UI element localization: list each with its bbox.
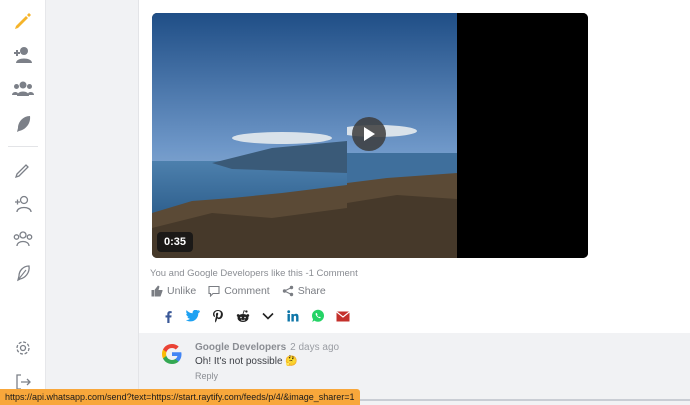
comment-icon	[208, 285, 220, 297]
feather-outline-icon[interactable]	[11, 261, 35, 285]
comment-author[interactable]: Google Developers 2 days ago	[195, 342, 339, 353]
unlike-label: Unlike	[167, 285, 197, 297]
share-button[interactable]: Share	[282, 285, 326, 297]
more-chevron-icon[interactable]	[261, 309, 275, 323]
play-button[interactable]	[352, 117, 386, 151]
sidebar	[0, 0, 46, 405]
pinterest-icon[interactable]	[211, 309, 225, 323]
share-targets	[161, 309, 350, 323]
divider-line	[335, 399, 690, 401]
user-add-outline-icon[interactable]	[11, 192, 35, 216]
users-outline-icon[interactable]	[11, 227, 35, 251]
video-player[interactable]: 0:35	[152, 13, 588, 258]
whatsapp-icon[interactable]	[311, 309, 325, 323]
comment-time: 2 days ago	[290, 342, 340, 353]
email-icon[interactable]	[336, 309, 350, 323]
gear-icon[interactable]	[11, 336, 35, 360]
user-add-filled-icon[interactable]	[11, 43, 35, 67]
reply-link[interactable]: Reply	[195, 371, 218, 381]
feather-filled-icon[interactable]	[11, 112, 35, 136]
share-label: Share	[297, 285, 326, 297]
post-actions: Unlike Comment Share	[151, 285, 326, 297]
browser-status-url: https://api.whatsapp.com/send?text=https…	[0, 389, 360, 405]
reddit-icon[interactable]	[236, 309, 250, 323]
google-logo-avatar	[161, 343, 183, 365]
comment-label: Comment	[224, 285, 270, 297]
linkedin-icon[interactable]	[286, 309, 300, 323]
video-duration: 0:35	[157, 232, 194, 252]
twitter-icon[interactable]	[186, 309, 200, 323]
share-icon	[282, 285, 293, 297]
pencil-filled-icon[interactable]	[11, 9, 35, 33]
pencil-outline-icon[interactable]	[11, 158, 35, 182]
sidebar-divider	[8, 146, 38, 147]
unlike-button[interactable]: Unlike	[151, 285, 196, 297]
video-frame-left	[152, 13, 347, 258]
comment-text: Oh! It's not possible 🤔	[195, 356, 298, 367]
play-icon	[364, 127, 375, 141]
feed-post: 0:35 You and Google Developers like this…	[138, 0, 690, 405]
comment-button[interactable]: Comment	[208, 285, 270, 297]
likes-summary[interactable]: You and Google Developers like this -1 C…	[150, 268, 358, 279]
thumbs-up-icon	[151, 285, 163, 297]
facebook-icon[interactable]	[161, 309, 175, 323]
users-filled-icon[interactable]	[11, 77, 35, 101]
comment-author-name[interactable]: Google Developers	[195, 342, 286, 353]
video-letterbox	[457, 13, 588, 258]
